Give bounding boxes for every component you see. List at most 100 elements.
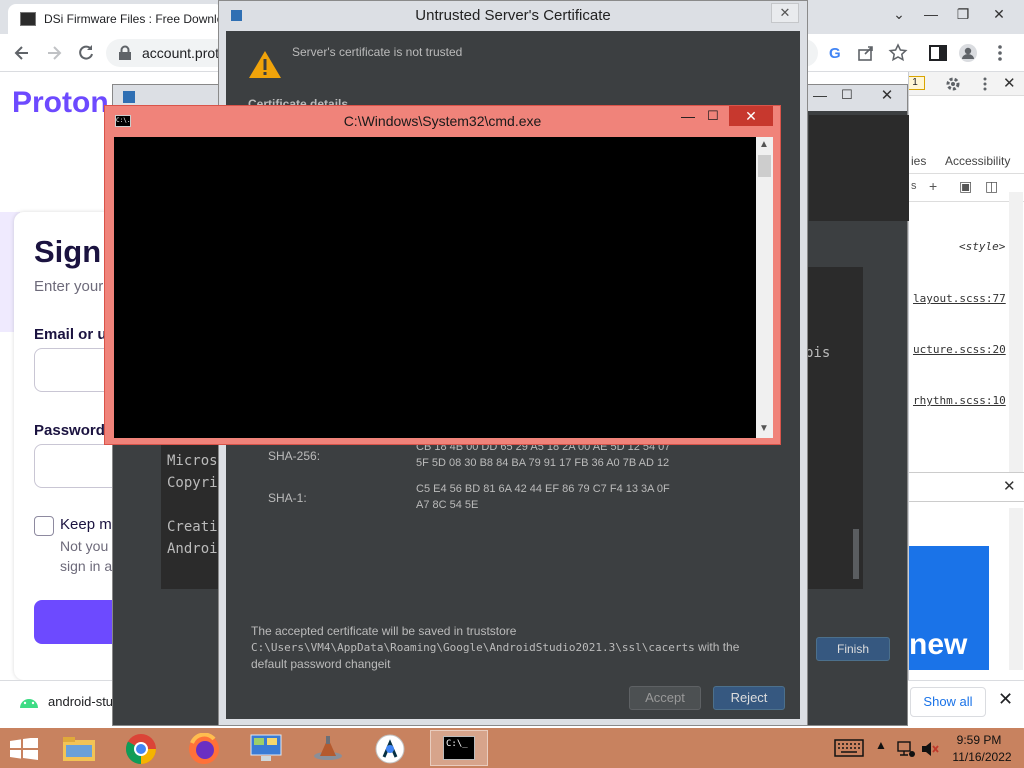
sha1-label: SHA-1: <box>268 491 307 505</box>
cmd-close-button[interactable]: ✕ <box>729 106 773 126</box>
console-line: Micros <box>167 453 218 469</box>
bookmark-star-icon[interactable] <box>888 43 908 63</box>
show-all-button[interactable]: Show all <box>910 687 986 717</box>
clock-date[interactable]: 11/16/2022 <box>944 750 1020 764</box>
source-link[interactable]: layout.scss:77 <box>913 292 1006 305</box>
subtab-accessibility[interactable]: Accessibility <box>945 154 1010 168</box>
drawer-scrollbar[interactable] <box>1009 508 1023 670</box>
as-close-button[interactable]: ✕ <box>869 85 905 107</box>
console-line: Creati <box>167 519 218 535</box>
taskbar: C:\_ ▲ 9:59 PM 11/16/2022 <box>0 728 1024 768</box>
reload-icon[interactable] <box>76 43 96 63</box>
reject-button[interactable]: Reject <box>713 686 785 710</box>
side-panel-icon[interactable] <box>928 43 948 63</box>
sha256-value-2: 5F 5D 08 30 B8 84 BA 79 91 17 FB 36 A0 7… <box>416 457 670 469</box>
windows-start-icon[interactable] <box>10 738 38 760</box>
more-options-icon[interactable] <box>977 76 993 92</box>
source-link[interactable]: ucture.scss:20 <box>913 343 1006 356</box>
cmd-window: C:\. C:\Windows\System32\cmd.exe — ☐ ✕ ▲… <box>104 105 781 445</box>
control-panel-icon <box>250 734 282 761</box>
cmd-titlebar[interactable]: C:\. C:\Windows\System32\cmd.exe — ☐ ✕ <box>105 106 780 136</box>
google-icon[interactable]: G <box>826 43 846 63</box>
sha256-label: SHA-256: <box>268 449 321 463</box>
browser-tab[interactable]: DSi Firmware Files : Free Downlo <box>8 4 223 34</box>
tab-favicon-icon <box>20 12 36 26</box>
toggle-sidebar-icon[interactable]: ◫ <box>985 178 998 195</box>
new-style-rule-icon[interactable]: + <box>929 178 937 194</box>
taskbar-control-panel[interactable] <box>238 730 294 766</box>
tab-title: DSi Firmware Files : Free Downlo <box>44 12 222 26</box>
settings-gear-icon[interactable] <box>945 76 961 92</box>
dialog-title: Untrusted Server's Certificate <box>415 7 611 24</box>
issues-badge[interactable]: 1 <box>909 76 925 90</box>
close-download-bar-icon[interactable]: ✕ <box>998 689 1013 710</box>
sign-in-text: sign in a <box>60 558 113 574</box>
truststore-password-note: default password changeit <box>251 657 391 671</box>
as-maximize-button[interactable]: ☐ <box>841 87 853 103</box>
taskbar-cmd[interactable]: C:\_ <box>430 730 488 766</box>
cmd-console[interactable] <box>114 137 756 438</box>
browser-menu-icon[interactable] <box>990 43 1010 63</box>
cmd-title: C:\Windows\System32\cmd.exe <box>343 113 542 129</box>
installer-icon <box>314 736 342 760</box>
close-browser-button[interactable]: ✕ <box>984 0 1014 30</box>
cmd-minimize-button[interactable]: — <box>681 108 695 124</box>
style-tag-source[interactable]: <style> <box>959 240 1005 253</box>
scroll-thumb[interactable] <box>758 155 771 177</box>
volume-muted-icon[interactable] <box>920 740 940 758</box>
file-explorer-icon <box>63 737 95 761</box>
as-app-icon <box>123 91 135 103</box>
back-icon[interactable] <box>12 43 32 63</box>
dialog-close-button[interactable]: ✕ <box>771 3 799 23</box>
keep-signed-in-checkbox[interactable] <box>34 516 54 536</box>
android-icon <box>20 699 38 708</box>
warning-icon <box>249 51 281 78</box>
taskbar-file-explorer[interactable] <box>52 730 108 766</box>
close-devtools-icon[interactable]: ✕ <box>1003 74 1016 92</box>
styles-scrollbar[interactable] <box>1009 192 1023 472</box>
subtab-properties[interactable]: ies <box>911 154 926 168</box>
keyboard-icon[interactable] <box>834 739 864 757</box>
truststore-path: C:\Users\VM4\AppData\Roaming\Google\Andr… <box>251 641 695 654</box>
sha1-value-2: A7 8C 54 5E <box>416 499 479 511</box>
show-hidden-icons-chevron-icon[interactable]: ▲ <box>875 738 887 752</box>
finish-button[interactable]: Finish <box>816 637 890 661</box>
network-icon[interactable] <box>896 740 916 758</box>
not-yours-text: Not you <box>60 538 109 554</box>
promo-banner: new <box>909 546 989 670</box>
lock-icon[interactable] <box>118 45 132 61</box>
svg-text:G: G <box>829 45 841 62</box>
taskbar-chrome[interactable] <box>114 730 170 766</box>
computed-styles-icon[interactable]: ▣ <box>959 178 972 195</box>
clock-time[interactable]: 9:59 PM <box>944 733 1014 747</box>
forward-icon[interactable] <box>44 43 64 63</box>
email-label: Email or us <box>34 326 115 343</box>
profile-avatar-icon[interactable] <box>958 43 978 63</box>
source-link[interactable]: rhythm.scss:10 <box>913 394 1006 407</box>
dialog-app-icon <box>231 10 242 21</box>
devtools-panel: 1 ✕ ies Accessibility s + ▣ ◫ <style> la… <box>908 72 1024 680</box>
minimize-button[interactable]: — <box>916 0 946 30</box>
taskbar-android-studio[interactable] <box>362 730 418 766</box>
url-text: account.prot <box>142 45 220 61</box>
firefox-icon <box>189 733 219 764</box>
close-drawer-icon[interactable]: ✕ <box>1003 477 1016 495</box>
cmd-maximize-button[interactable]: ☐ <box>707 108 719 124</box>
restore-button[interactable]: ❐ <box>948 0 978 30</box>
tab-search-icon[interactable]: ⌄ <box>884 0 914 30</box>
accept-button[interactable]: Accept <box>629 686 701 710</box>
password-label: Password <box>34 422 105 439</box>
styles-toolbar: s + ▣ ◫ <box>909 176 1024 202</box>
console-scrollbar[interactable] <box>853 529 859 579</box>
as-minimize-button[interactable]: — <box>813 87 827 103</box>
share-icon[interactable] <box>856 43 876 63</box>
taskbar-firefox[interactable] <box>176 730 232 766</box>
scroll-up-arrow-icon[interactable]: ▲ <box>759 139 769 150</box>
promo-banner-text: new <box>909 628 968 661</box>
cmd-scrollbar[interactable]: ▲ ▼ <box>756 137 773 438</box>
taskbar-installer[interactable] <box>300 730 356 766</box>
truststore-path-suffix: with the <box>694 640 740 654</box>
console-overflow-text: pis <box>805 345 831 361</box>
cmd-taskbar-icon: C:\_ <box>443 736 475 760</box>
scroll-down-arrow-icon[interactable]: ▼ <box>759 423 769 434</box>
